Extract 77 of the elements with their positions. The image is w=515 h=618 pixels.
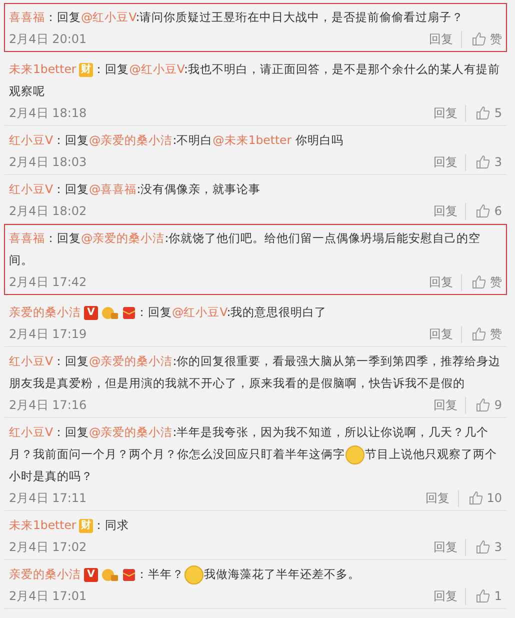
thumbs-up-icon <box>476 155 490 169</box>
like-button[interactable]: 3 <box>466 155 502 169</box>
comment-text: 喜喜福：回复@红小豆V:请问你质疑过王昱珩在中日大战中，是否提前偷偷看过扇子？ <box>9 9 465 26</box>
reply-link[interactable]: 回复 <box>425 538 466 556</box>
like-button[interactable]: 1 <box>466 589 502 603</box>
comment-text: 红小豆V：回复@亲爱的桑小洁:半年是我夸张，因为我不知道，所以让你说啊，几天？几个月？我前面问一个月？两个月？你怎么没回应只盯着半年这俩字 节目上说他只观察了两个小时是真的吗？ <box>9 424 498 485</box>
mention-link[interactable]: @亲爱的桑小洁 <box>81 231 165 245</box>
envelope-icon <box>122 568 136 582</box>
thumbs-up-icon <box>468 491 483 505</box>
thumbs-up-icon <box>476 589 490 603</box>
comment-time: 2月4日 18:18 <box>9 104 88 122</box>
comment-time: 2月4日 18:02 <box>9 202 88 220</box>
comment-text: 未来1better 财 ：同求 <box>9 517 130 535</box>
thumbs-up-icon <box>476 106 490 120</box>
thumbs-up-icon <box>476 540 490 554</box>
like-button[interactable]: 赞 <box>462 30 502 48</box>
reply-link[interactable]: 回复 <box>425 588 466 604</box>
mention-link[interactable]: @喜喜福 <box>89 182 137 196</box>
like-button[interactable]: 9 <box>466 398 502 412</box>
comment-text: 喜喜福：回复@亲爱的桑小洁:你就饶了他们吧。给他们留一点偶像坍塌后能安慰自己的空间。 <box>9 230 482 269</box>
wealth-badge: 财 <box>79 62 94 77</box>
comment-text: 红小豆V：回复@亲爱的桑小洁:你的回复很重要，看最强大脑从第一季到第四季，推荐给身边朋友我是真爱粉，但是用演的我就不开心了，原来我看的是假脑啊，快告诉我不是假的 <box>9 353 502 392</box>
comment-time: 2月4日 17:19 <box>9 326 88 342</box>
mention-link[interactable]: @亲爱的桑小洁 <box>89 354 173 368</box>
like-button[interactable]: 5 <box>466 106 502 120</box>
user-name[interactable]: 亲爱的桑小洁 <box>9 305 81 319</box>
user-name[interactable]: 红小豆V <box>9 182 53 196</box>
user-name[interactable]: 红小豆V <box>9 425 53 439</box>
like-button[interactable]: 赞 <box>462 274 502 290</box>
comment-time: 2月4日 17:11 <box>9 490 88 506</box>
like-button[interactable]: 6 <box>466 204 502 218</box>
emoji-icon <box>345 444 365 465</box>
mention-link[interactable]: @红小豆V <box>129 62 184 76</box>
thumbs-up-icon <box>472 275 486 289</box>
emoji-icon <box>184 564 204 585</box>
thumbs-up-icon <box>472 327 486 341</box>
reply-link[interactable]: 回复 <box>425 104 466 122</box>
user-name[interactable]: 未来1better <box>9 518 76 532</box>
reply-link[interactable]: 回复 <box>421 274 462 290</box>
comment-text: 红小豆V：回复@亲爱的桑小洁:不明白@未来1better 你明白吗 <box>9 132 344 149</box>
like-button[interactable]: 10 <box>458 491 502 505</box>
thumbs-up-icon <box>472 32 486 46</box>
wealth-badge: 财 <box>79 518 94 533</box>
comment-text: 红小豆V：回复@喜喜福:没有偶像亲，就事论事 <box>9 181 262 198</box>
comment-text: 未来1better 财 ：回复@红小豆V:我也不明白，请正面回答，是不是那个余什么的某人有提前观察呢 <box>9 61 501 100</box>
thumbs-up-icon <box>476 398 490 412</box>
comment-time: 2月4日 17:01 <box>9 588 88 604</box>
user-name[interactable]: 喜喜福 <box>9 231 45 245</box>
mention-link[interactable]: @亲爱的桑小洁 <box>89 133 173 147</box>
comment-time: 2月4日 17:16 <box>9 396 88 414</box>
comment-time: 2月4日 17:42 <box>9 274 88 290</box>
mention-link[interactable]: @亲爱的桑小洁 <box>89 425 173 439</box>
user-name[interactable]: 亲爱的桑小洁 <box>9 567 81 581</box>
reply-link[interactable]: 回复 <box>418 490 459 506</box>
verified-badge: V <box>84 306 98 320</box>
comment-time: 2月4日 17:02 <box>9 538 88 556</box>
reply-link[interactable]: 回复 <box>425 154 466 170</box>
comment-text: 亲爱的桑小洁 V ：半年？ 我做海藻花了半年还差不多。 <box>9 563 502 585</box>
verified-badge: V <box>84 568 98 582</box>
user-name[interactable]: 红小豆V <box>9 133 53 147</box>
envelope-icon <box>122 306 136 320</box>
mention-link[interactable]: @红小豆V <box>81 10 136 24</box>
like-button[interactable]: 赞 <box>462 326 502 342</box>
reply-link[interactable]: 回复 <box>421 326 462 342</box>
mention-link[interactable]: @红小豆V <box>172 305 227 319</box>
comment-time: 2月4日 20:01 <box>9 30 88 48</box>
reply-link[interactable]: 回复 <box>421 30 462 48</box>
thumbs-up-icon <box>476 204 490 218</box>
user-name[interactable]: 未来1better <box>9 62 76 76</box>
reply-link[interactable]: 回复 <box>425 396 466 414</box>
comment-time: 2月4日 18:03 <box>9 154 88 170</box>
mention-link[interactable]: @未来1better <box>212 133 292 147</box>
like-button[interactable]: 3 <box>466 540 502 554</box>
user-name[interactable]: 红小豆V <box>9 354 53 368</box>
comment-text: 亲爱的桑小洁 V ：回复@红小豆V:我的意思很明白了 <box>9 304 328 322</box>
reply-link[interactable]: 回复 <box>425 202 466 220</box>
user-name[interactable]: 喜喜福 <box>9 10 45 24</box>
